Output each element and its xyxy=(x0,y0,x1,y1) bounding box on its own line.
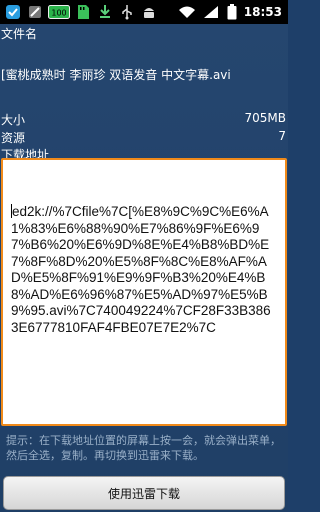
app-icon xyxy=(4,3,22,21)
signal-icon xyxy=(202,3,220,21)
usb-icon xyxy=(118,3,136,21)
size-label: 大小 xyxy=(1,113,26,127)
download-icon xyxy=(96,3,114,21)
download-link-text[interactable]: ed2k://%7Cfile%7C[%E8%9C%9C%E6%A1%83%E6%… xyxy=(11,204,271,335)
wifi-icon xyxy=(178,3,196,21)
download-link-textarea[interactable]: ed2k://%7Cfile%7C[%E8%9C%9C%E6%A1%83%E6%… xyxy=(1,158,287,426)
status-bar: 100 18:53 xyxy=(0,0,288,24)
size-value: 705MB xyxy=(244,111,287,125)
filename-value: [蜜桃成熟时 李丽珍 双语发音 中文字幕.avi xyxy=(1,68,231,82)
sd-card-icon xyxy=(74,3,92,21)
svg-text:100: 100 xyxy=(51,9,66,18)
resource-value: 7 xyxy=(278,129,286,143)
no-signal-icon xyxy=(26,3,44,21)
filename-label: 文件名 xyxy=(1,27,38,41)
resource-label: 资源 xyxy=(1,131,26,145)
battery-chip-icon: 100 xyxy=(48,3,70,21)
android-icon xyxy=(140,3,158,21)
hint-text: 提示：在下载地址位置的屏幕上按一会，就会弹出菜单，然后全选，复制。再切换到迅雷来… xyxy=(6,434,281,462)
status-clock: 18:53 xyxy=(243,5,282,19)
use-thunder-download-button[interactable]: 使用迅雷下载 xyxy=(3,476,285,510)
battery-icon xyxy=(226,3,238,21)
